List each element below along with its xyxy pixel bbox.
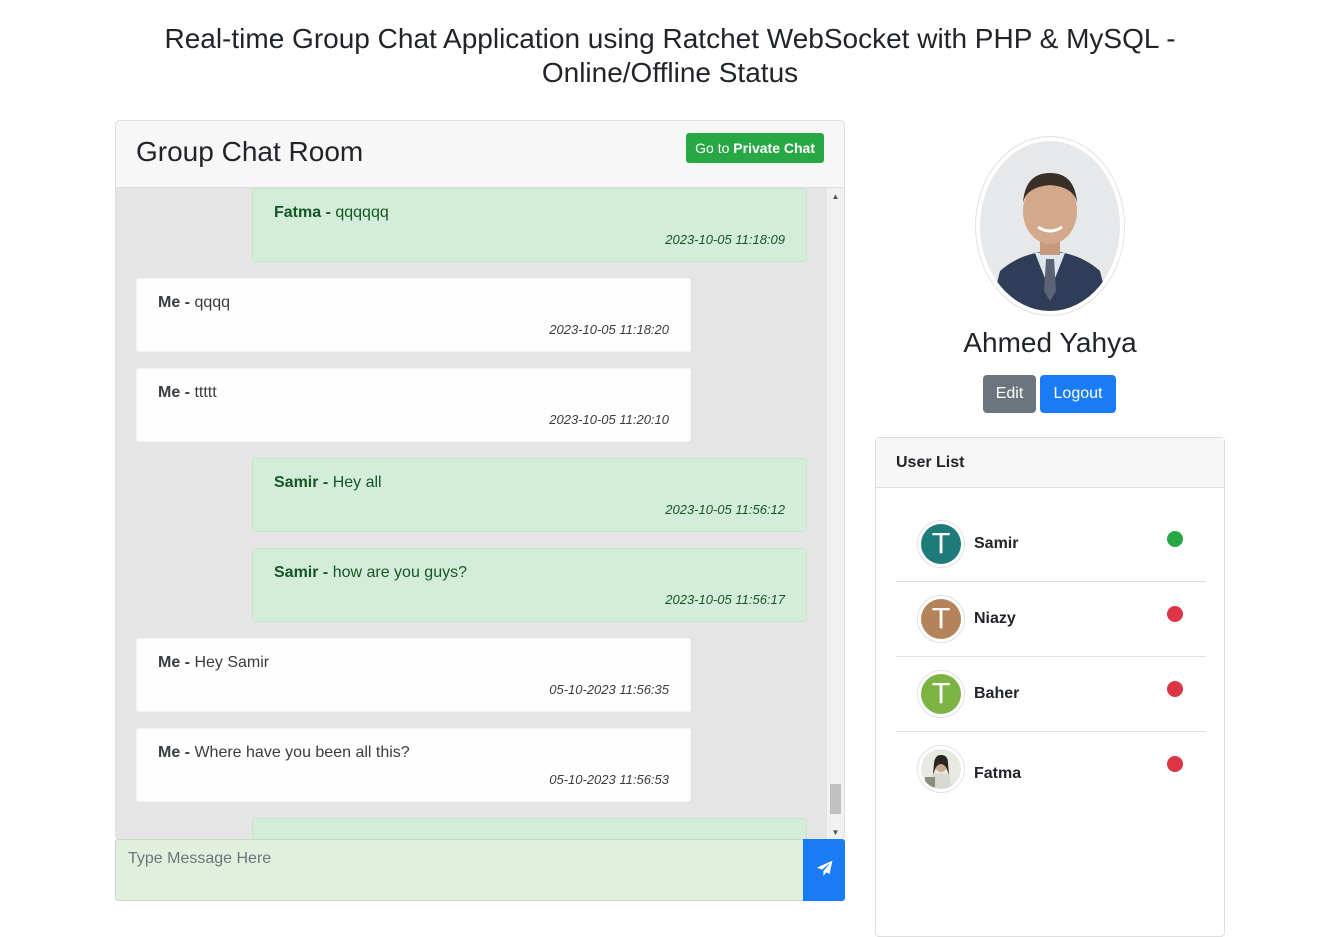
user-avatar-initial: T [921,524,961,564]
avatar [917,745,965,793]
edit-profile-button[interactable]: Edit [983,375,1036,413]
send-button[interactable] [803,839,845,901]
scroll-down-arrow-icon[interactable]: ▼ [827,824,844,839]
user-name: Baher [974,685,1020,702]
user-avatar-initial: T [921,674,961,714]
message-sender: Me - [158,384,195,401]
logout-button[interactable]: Logout [1040,375,1116,413]
message-item: Samir - how are you guys? 2023-10-05 11:… [252,548,807,622]
offline-status-icon [1167,756,1183,772]
message-sender: Me - [158,744,195,761]
user-list-item[interactable]: Fatma [896,732,1206,807]
message-time: 05-10-2023 11:56:35 [549,682,669,697]
message-sender: Fatma - [274,204,336,221]
scroll-thumb[interactable] [830,784,841,814]
message-time: 2023-10-05 11:18:09 [665,232,785,247]
user-list-item[interactable]: T Samir [896,507,1206,582]
user-name: Fatma [974,765,1022,782]
paper-plane-icon [816,860,833,880]
message-sender: Samir - [274,474,333,491]
avatar: T [917,520,965,568]
online-status-icon [1167,531,1183,547]
private-chat-button-prefix: Go to [695,140,730,156]
page-title: Real-time Group Chat Application using R… [164,23,1176,88]
message-item-partial [252,818,807,839]
private-chat-button-bold: Private Chat [733,140,815,156]
user-avatar-initial: T [921,599,961,639]
user-list-title: User List [876,438,1224,488]
message-input[interactable] [115,839,804,901]
user-list-card: User List T Samir T Niazy T Baher Fatma [875,437,1225,937]
message-text: Hey Samir [194,654,270,671]
user-avatar-photo [921,749,961,789]
user-list-item[interactable]: T Niazy [896,582,1206,657]
user-list-item[interactable]: T Baher [896,657,1206,732]
user-name: Samir [974,535,1019,552]
message-sender: Samir - [274,564,333,581]
message-text: Hey all [332,474,382,491]
avatar: T [917,595,965,643]
message-time: 2023-10-05 11:56:17 [665,592,785,607]
offline-status-icon [1167,681,1183,697]
avatar: T [917,670,965,718]
message-item: Samir - Hey all 2023-10-05 11:56:12 [252,458,807,532]
message-item: Me - Hey Samir 05-10-2023 11:56:35 [136,638,691,712]
message-item: Me - ttttt 2023-10-05 11:20:10 [136,368,691,442]
message-time: 2023-10-05 11:20:10 [549,412,669,427]
message-sender: Me - [158,654,195,671]
message-composer [115,839,845,901]
message-text: qqqqqq [335,204,389,221]
chat-header: Group Chat Room Go to Private Chat [116,121,844,188]
private-chat-button[interactable]: Go to Private Chat [686,133,824,163]
profile-avatar [975,136,1125,316]
message-time: 05-10-2023 11:56:53 [549,772,669,787]
profile-photo [980,141,1120,311]
message-time: 2023-10-05 11:56:12 [665,502,785,517]
profile-name: Ahmed Yahya [963,327,1137,358]
message-text: ttttt [194,384,217,401]
message-text: how are you guys? [332,564,467,581]
message-item: Me - qqqq 2023-10-05 11:18:20 [136,278,691,352]
message-text: Where have you been all this? [194,744,410,761]
message-text: qqqq [194,294,231,311]
message-item: Me - Where have you been all this? 05-10… [136,728,691,802]
offline-status-icon [1167,606,1183,622]
message-item: Fatma - qqqqqq 2023-10-05 11:18:09 [252,188,807,262]
chat-messages: Fatma - qqqqqq 2023-10-05 11:18:09 Me - … [116,188,828,839]
message-sender: Me - [158,294,195,311]
chat-scrollbar[interactable]: ▲ ▼ [827,188,844,839]
message-time: 2023-10-05 11:18:20 [549,322,669,337]
user-name: Niazy [974,610,1016,627]
scroll-up-arrow-icon[interactable]: ▲ [827,188,844,205]
chat-card: Group Chat Room Go to Private Chat Fatma… [115,120,845,840]
chat-title: Group Chat Room [136,136,364,167]
